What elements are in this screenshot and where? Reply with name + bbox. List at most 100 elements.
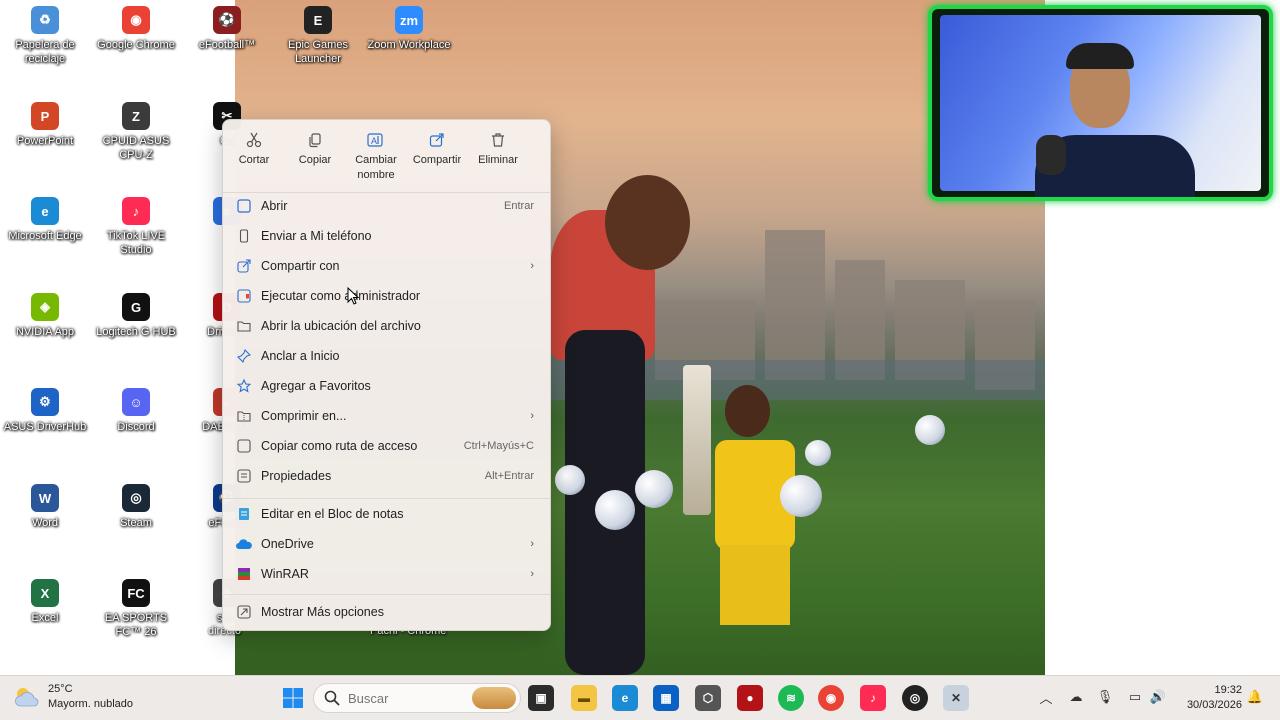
tools-icon: ✕: [950, 691, 962, 705]
store-button[interactable]: ▦: [653, 685, 679, 711]
menu-item-label: Abrir la ubicación del archivo: [261, 319, 421, 333]
menu-item-properties[interactable]: Propiedades Alt+Entrar: [227, 462, 548, 490]
desktop-icon[interactable]: ⚽ eFootball™: [182, 6, 272, 52]
microphone-icon[interactable]: 🎙: [1096, 688, 1114, 706]
edge-icon: e: [31, 197, 59, 225]
menu-item-label: Abrir: [261, 199, 288, 213]
svg-text:A: A: [371, 136, 377, 146]
desktop-icon[interactable]: Z CPUID ASUS CPU-Z: [91, 102, 181, 162]
network-icon[interactable]: ▭: [1126, 688, 1144, 706]
desktop-icon-label: Logitech G HUB: [96, 326, 176, 338]
menu-item-notepad[interactable]: Editar en el Bloc de notas: [227, 500, 548, 528]
menu-item-pin[interactable]: Anclar a Inicio: [227, 342, 548, 370]
open-icon: [227, 199, 261, 213]
desktop-icon-label: PowerPoint: [16, 135, 74, 147]
winrar-icon: [227, 567, 261, 581]
desktop-icon[interactable]: X Excel: [0, 579, 90, 625]
menu-item-zip-folder[interactable]: Comprimir en... ›: [227, 402, 548, 430]
task-view-button[interactable]: ▣: [528, 685, 554, 711]
spotify-button[interactable]: ≋: [778, 685, 804, 711]
app-red-taskbar-button[interactable]: ●: [737, 685, 763, 711]
search-input[interactable]: [348, 690, 458, 706]
menu-item-folder[interactable]: Abrir la ubicación del archivo: [227, 312, 548, 340]
volume-icon[interactable]: 🔊: [1149, 688, 1167, 706]
desktop-icon[interactable]: E Epic Games Launcher: [273, 6, 363, 66]
chevron-right-icon: ›: [530, 568, 534, 580]
menu-item-shield[interactable]: Ejecutar como administrador: [227, 282, 548, 310]
app-taskbar-button[interactable]: ⬡: [695, 685, 721, 711]
menu-item-onedrive[interactable]: OneDrive ›: [227, 530, 548, 558]
desktop-icon[interactable]: P PowerPoint: [0, 102, 90, 148]
menu-item-open[interactable]: Abrir Entrar: [227, 192, 548, 220]
menu-item-shortcut: Entrar: [504, 200, 534, 212]
more-options-item[interactable]: Mostrar Más opciones: [227, 598, 548, 626]
desktop-icon[interactable]: G Logitech G HUB: [91, 293, 181, 339]
menu-divider: [223, 594, 550, 595]
clock-date: 30/03/2026: [1186, 699, 1242, 711]
taskbar-search-box[interactable]: [313, 683, 521, 713]
webcam-overlay: [928, 5, 1273, 201]
more-options-icon: [227, 605, 261, 619]
properties-icon: [227, 469, 261, 483]
desktop-icon[interactable]: ♪ TikTok LIVE Studio: [91, 197, 181, 257]
desktop-icon-label: Microsoft Edge: [8, 230, 82, 242]
show-hidden-icons-chevron-icon[interactable]: ︿: [1037, 688, 1055, 706]
onedrive-tray-icon[interactable]: ☁: [1067, 688, 1085, 706]
menu-item-star[interactable]: Agregar a Favoritos: [227, 372, 548, 400]
cut-button[interactable]: Cortar: [223, 130, 285, 168]
menu-item-winrar[interactable]: WinRAR ›: [227, 560, 548, 588]
delete-button[interactable]: Eliminar: [467, 130, 529, 168]
context-menu: Cortar Copiar A Cambiar nombre Compartir…: [222, 119, 551, 631]
menu-item-label: Agregar a Favoritos: [261, 379, 371, 393]
desktop-icon[interactable]: ♻ Papelera de reciclaje: [0, 6, 90, 66]
edge-taskbar-button[interactable]: e: [612, 685, 638, 711]
chrome-taskbar-button[interactable]: ◉: [818, 685, 844, 711]
windows-start-icon: [283, 688, 303, 708]
desktop-icon[interactable]: W Word: [0, 484, 90, 530]
more-options-label: Mostrar Más opciones: [261, 605, 384, 619]
excel-icon: X: [31, 579, 59, 607]
desktop-icon-label: Papelera de reciclaje: [15, 39, 75, 65]
app-dark-taskbar-button[interactable]: ◎: [902, 685, 928, 711]
start-button[interactable]: [280, 685, 306, 711]
desktop-icon-label: Word: [31, 517, 59, 529]
copy-button[interactable]: Copiar: [284, 130, 346, 168]
menu-item-share-with[interactable]: Compartir con ›: [227, 252, 548, 280]
desktop-icon[interactable]: ◉ Google Chrome: [91, 6, 181, 52]
onedrive-icon: [227, 538, 261, 550]
menu-item-label: Editar en el Bloc de notas: [261, 507, 404, 521]
rename-button[interactable]: A Cambiar nombre: [345, 130, 407, 183]
desktop-icon[interactable]: ⚙ ASUS DriverHub: [0, 388, 90, 434]
shield-icon: [227, 289, 261, 303]
menu-item-label: WinRAR: [261, 567, 309, 581]
delete-icon: [467, 130, 529, 150]
asus-driverhub-icon: ⚙: [31, 388, 59, 416]
mouse-cursor-icon: [347, 287, 359, 305]
store-icon: ▦: [660, 691, 672, 705]
notification-bell-icon[interactable]: 🔔: [1246, 688, 1264, 706]
chevron-right-icon: ›: [530, 260, 534, 272]
desktop-icon[interactable]: ◎ Steam: [91, 484, 181, 530]
desktop-icon[interactable]: e Microsoft Edge: [0, 197, 90, 243]
desktop-icon[interactable]: ◈ NVIDIA App: [0, 293, 90, 339]
spotify-icon: ≋: [785, 691, 797, 705]
efootball-icon: ⚽: [213, 6, 241, 34]
desktop-icon[interactable]: FC EA SPORTS FC™ 26: [91, 579, 181, 639]
file-explorer-button[interactable]: ▬: [571, 685, 597, 711]
desktop-icon[interactable]: zm Zoom Workplace: [364, 6, 454, 52]
desktop-icon[interactable]: ☺ Discord: [91, 388, 181, 434]
taskbar-clock[interactable]: 19:32 30/03/2026: [1180, 683, 1242, 713]
epic-games-icon: E: [304, 6, 332, 34]
weather-temp: 25°C: [48, 683, 73, 695]
menu-item-phone[interactable]: Enviar a Mi teléfono: [227, 222, 548, 250]
discord-icon: ☺: [122, 388, 150, 416]
rename-label: Cambiar nombre: [355, 154, 397, 181]
weather-widget[interactable]: 25°C Mayorm. nublado: [14, 682, 133, 712]
share-button[interactable]: Compartir: [406, 130, 468, 168]
menu-item-copy-path[interactable]: Copiar como ruta de acceso Ctrl+Mayús+C: [227, 432, 548, 460]
folder-icon: ▬: [578, 691, 590, 705]
desktop-icon-label: EA SPORTS FC™ 26: [104, 612, 168, 638]
task-view-icon: ▣: [535, 691, 547, 705]
tiktok-button[interactable]: ♪: [860, 685, 886, 711]
tools-button[interactable]: ✕: [943, 685, 969, 711]
